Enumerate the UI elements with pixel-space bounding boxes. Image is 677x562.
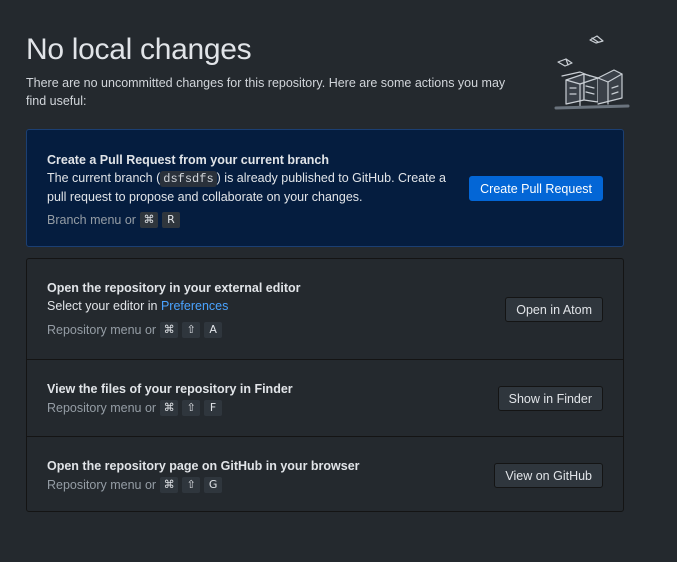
g-key: G [204, 477, 223, 493]
open-in-atom-button[interactable]: Open in Atom [505, 297, 603, 322]
view-on-github-title: Open the repository page on GitHub in yo… [47, 459, 360, 473]
shortcut-label: Branch menu or [47, 213, 136, 227]
r-key: R [161, 212, 180, 228]
pull-request-title: Create a Pull Request from your current … [47, 153, 330, 167]
shift-key: ⇧ [182, 400, 201, 416]
pull-request-description: The current branch (dsfsdfs) is already … [47, 169, 447, 206]
pull-request-shortcut: Branch menu or ⌘ R [47, 211, 447, 229]
view-on-github-text: Open the repository page on GitHub in yo… [47, 457, 360, 494]
create-pull-request-button[interactable]: Create Pull Request [469, 176, 603, 201]
show-in-finder-row: View the files of your repository in Fin… [27, 359, 623, 436]
page-title: No local changes [26, 33, 252, 66]
empty-state-illustration [554, 35, 630, 110]
show-in-finder-button[interactable]: Show in Finder [497, 386, 603, 411]
shift-key: ⇧ [182, 322, 201, 338]
header: No local changes There are no uncommitte… [26, 32, 546, 110]
open-in-editor-title: Open the repository in your external edi… [47, 281, 301, 295]
command-key: ⌘ [160, 400, 179, 416]
editor-desc-prefix: Select your editor in [47, 299, 161, 313]
view-on-github-row: Open the repository page on GitHub in yo… [27, 436, 623, 512]
shortcut-label: Repository menu or [47, 401, 157, 415]
f-key: F [204, 400, 223, 416]
a-key: A [204, 322, 223, 338]
page-subtitle: There are no uncommitted changes for thi… [26, 76, 506, 108]
shortcut-label: Repository menu or [47, 478, 157, 492]
view-on-github-button[interactable]: View on GitHub [494, 463, 603, 488]
view-on-github-shortcut: Repository menu or ⌘ ⇧ G [47, 476, 360, 494]
pr-desc-prefix: The current branch ( [47, 171, 161, 185]
open-in-editor-shortcut: Repository menu or ⌘ ⇧ A [47, 321, 301, 339]
open-in-editor-text: Open the repository in your external edi… [47, 279, 301, 339]
shortcut-label: Repository menu or [47, 323, 157, 337]
command-key: ⌘ [160, 322, 179, 338]
command-key: ⌘ [160, 477, 179, 493]
show-in-finder-title: View the files of your repository in Fin… [47, 382, 293, 396]
preferences-link[interactable]: Preferences [161, 299, 228, 313]
shift-key: ⇧ [182, 477, 201, 493]
open-in-editor-description: Select your editor in Preferences [47, 297, 301, 315]
show-in-finder-text: View the files of your repository in Fin… [47, 380, 293, 417]
create-pull-request-card: Create a Pull Request from your current … [26, 129, 624, 247]
branch-name: dsfsdfs [160, 171, 217, 187]
open-in-editor-row: Open the repository in your external edi… [27, 259, 623, 359]
show-in-finder-shortcut: Repository menu or ⌘ ⇧ F [47, 399, 293, 417]
pull-request-text: Create a Pull Request from your current … [47, 151, 447, 229]
command-key: ⌘ [139, 212, 158, 228]
suggested-actions-card: Open the repository in your external edi… [26, 258, 624, 512]
